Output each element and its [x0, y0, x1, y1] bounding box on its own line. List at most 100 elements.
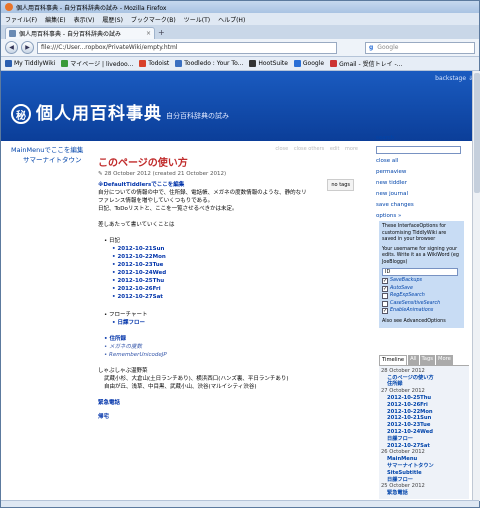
tab-more[interactable]: More [435, 355, 453, 365]
username-input[interactable]: ID [382, 268, 458, 276]
page-scrollbar[interactable] [472, 71, 480, 501]
menu-bookmarks[interactable]: ブックマーク(B) [131, 15, 176, 24]
forward-button[interactable]: ▶ [21, 41, 34, 54]
new-tab-button[interactable]: + [158, 27, 165, 39]
menu-edit[interactable]: 編集(E) [45, 15, 65, 24]
timeline-item[interactable]: 2012-10-26Fri [381, 402, 467, 409]
close-all-link[interactable]: close all [376, 156, 471, 167]
animations-option[interactable]: ✓ EnableAnimations [382, 308, 461, 315]
tab-timeline[interactable]: Timeline [379, 355, 408, 365]
permaview-link[interactable]: permaview [376, 167, 471, 178]
timeline-item[interactable]: 2012-10-27Sat [381, 443, 467, 450]
bookmark-label: Toodledo : Your To... [184, 60, 244, 67]
bookmark-label: マイページ | livedoo... [70, 61, 134, 68]
diary-link[interactable]: 2012-10-22Mon [112, 253, 358, 261]
option-label: RegExpSearch [390, 293, 425, 298]
more-button[interactable]: more [345, 146, 358, 152]
checkbox-checked[interactable]: ✓ [382, 285, 388, 292]
bookmark-item[interactable]: Toodledo : Your To... [175, 60, 243, 67]
close-button[interactable]: close [275, 146, 288, 152]
navigation-bar: ◀ ▶ file:///C:/User...ropbox/PrivateWiki… [1, 39, 479, 57]
diary-link[interactable]: 2012-10-26Fri [112, 285, 358, 293]
timeline-item[interactable]: 緊急電話 [381, 490, 467, 497]
tab-all[interactable]: All [408, 355, 419, 365]
menu-history[interactable]: 履歴(S) [102, 15, 123, 24]
timeline-item[interactable]: 2012-10-22Mon [381, 409, 467, 416]
tiddler-body: ※DefaultTiddlersでここを編集 自分についての情報の中で、住所録、… [98, 181, 358, 421]
unicode-link[interactable]: RememberUnicodeJP [104, 351, 358, 359]
timeline-item[interactable]: 2012-10-24Wed [381, 429, 467, 436]
bookmark-item[interactable]: Google [293, 60, 325, 67]
timeline-item[interactable]: サマーナイトタウン [381, 463, 467, 470]
menu-help[interactable]: ヘルプ(H) [218, 15, 245, 24]
diary-label: 日記 [104, 237, 358, 245]
tiddler-date: 28 October 2012 (created 21 October 2012… [104, 171, 227, 177]
checkbox-checked[interactable]: ✓ [382, 278, 388, 285]
tab-active[interactable]: 個人用百科事典 - 自分百科辞典の試み × [5, 27, 155, 39]
bookmark-icon [330, 60, 338, 67]
diary-link[interactable]: 2012-10-25Thu [112, 277, 358, 285]
menu-file[interactable]: ファイル(F) [5, 15, 37, 24]
bookmark-label: Google [302, 60, 325, 67]
options-text: These InterfaceOptions for customising T… [382, 224, 447, 242]
return-link[interactable]: 帰宅 [98, 413, 358, 421]
tiddler-title: このページの使い方 [98, 158, 188, 169]
casesensitive-option[interactable]: CaseSensitiveSearch [382, 301, 461, 308]
timeline-item[interactable]: 2012-10-25Thu [381, 395, 467, 402]
bookmark-item[interactable]: Todoist [139, 60, 169, 67]
menu-tools[interactable]: ツール(T) [184, 15, 210, 24]
timeline-item[interactable]: 2012-10-23Tue [381, 422, 467, 429]
checkbox-unchecked[interactable] [382, 293, 388, 300]
autosave-option[interactable]: ✓ AutoSave [382, 286, 461, 293]
default-tiddlers-note[interactable]: ※DefaultTiddlersでここを編集 [98, 181, 358, 189]
timeline-item[interactable]: SiteSubtitle [381, 470, 467, 477]
savebackups-option[interactable]: ✓ SaveBackups [382, 278, 461, 285]
diary-link[interactable]: 2012-10-24Wed [112, 269, 358, 277]
bookmark-item[interactable]: Gmail - 受信トレイ -... [330, 59, 402, 68]
diary-link[interactable]: 2012-10-23Tue [112, 261, 358, 269]
tags-button[interactable]: no tags [327, 179, 354, 191]
backstage-link[interactable]: backstage ⇓ [435, 75, 473, 82]
google-icon: g [369, 44, 374, 51]
timeline-item[interactable]: 日課フロー [381, 477, 467, 484]
sidebar-search-input[interactable] [376, 146, 461, 154]
mainmenu-item[interactable]: サマーナイトタウン [9, 155, 89, 165]
flow-link[interactable]: 日課フロー [112, 319, 358, 327]
bookmark-item[interactable]: My TiddlyWiki [5, 60, 55, 67]
save-changes-link[interactable]: save changes [376, 200, 471, 211]
url-bar[interactable]: file:///C:/User...ropbox/PrivateWiki/emp… [37, 41, 337, 54]
timeline-item[interactable]: 住所録 [381, 381, 467, 388]
glasses-link[interactable]: メガネの度数 [104, 343, 358, 351]
spa-line: 武蔵小杉、大倉山(土日ランチあり)、横浜西口(ハンズ裏、平日ランチあり) [104, 376, 289, 382]
close-icon[interactable]: × [146, 30, 151, 37]
edit-button[interactable]: edit [330, 146, 340, 152]
lead-text: 差しあたって書いていくことは [98, 222, 175, 228]
seal-icon: 秘 [11, 104, 31, 124]
option-label: EnableAnimations [390, 308, 434, 313]
close-others-button[interactable]: close others [294, 146, 324, 152]
mainmenu-edit-link[interactable]: MainMenuでここを編集 [9, 145, 89, 155]
tab-tags[interactable]: Tags [419, 355, 435, 365]
diary-link[interactable]: 2012-10-21Sun [112, 245, 358, 253]
regexp-option[interactable]: RegExpSearch [382, 293, 461, 300]
checkbox-checked[interactable]: ✓ [382, 308, 388, 315]
bookmark-item[interactable]: マイページ | livedoo... [61, 59, 133, 68]
checkbox-unchecked[interactable] [382, 300, 388, 307]
diary-link[interactable]: 2012-10-27Sat [112, 293, 358, 301]
timeline-item[interactable]: 日課フロー [381, 436, 467, 443]
back-button[interactable]: ◀ [5, 41, 18, 54]
bookmark-icon [5, 60, 12, 67]
address-link[interactable]: 住所録 [104, 335, 358, 343]
advanced-options-text[interactable]: Also see AdvancedOptions [382, 319, 461, 326]
bookmark-label: HootSuite [258, 60, 288, 67]
menu-view[interactable]: 表示(V) [74, 15, 95, 24]
new-journal-link[interactable]: new journal [376, 189, 471, 200]
bookmark-label: Todoist [148, 60, 170, 67]
timeline-item[interactable]: MainMenu [381, 456, 467, 463]
bookmark-item[interactable]: HootSuite [249, 60, 288, 67]
new-tiddler-link[interactable]: new tiddler [376, 178, 471, 189]
timeline-item[interactable]: 2012-10-21Sun [381, 415, 467, 422]
scrollbar-thumb[interactable] [474, 73, 480, 193]
search-input[interactable]: g Google [365, 41, 475, 54]
emergency-link[interactable]: 緊急電話 [98, 399, 358, 407]
